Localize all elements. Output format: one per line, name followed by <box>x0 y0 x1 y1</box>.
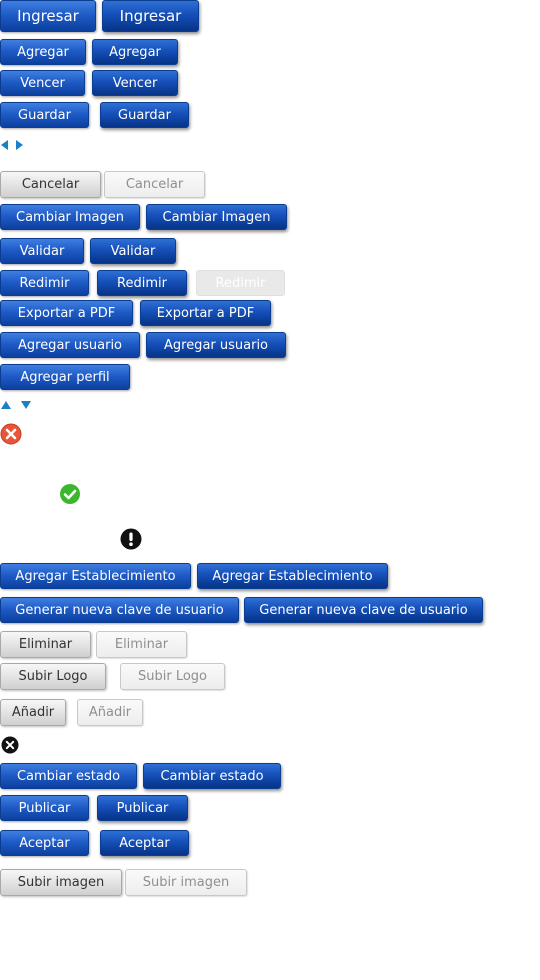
anadir-button-disabled[interactable]: Añadir <box>77 699 143 726</box>
anadir-button[interactable]: Añadir <box>0 699 66 726</box>
generar-clave-button-hover[interactable]: Generar nueva clave de usuario <box>244 597 483 623</box>
aceptar-button[interactable]: Aceptar <box>0 830 89 856</box>
arrow-left-icon[interactable] <box>0 139 10 151</box>
ingresar-button-hover[interactable]: Ingresar <box>102 0 199 32</box>
vencer-button-hover[interactable]: Vencer <box>92 70 178 96</box>
eliminar-button-disabled[interactable]: Eliminar <box>96 631 187 658</box>
ingresar-button[interactable]: Ingresar <box>0 0 96 32</box>
subir-imagen-button-disabled[interactable]: Subir imagen <box>125 869 247 896</box>
exportar-pdf-button-hover[interactable]: Exportar a PDF <box>140 300 271 326</box>
vencer-button[interactable]: Vencer <box>0 70 85 96</box>
agregar-usuario-button[interactable]: Agregar usuario <box>0 332 140 358</box>
redimir-button[interactable]: Redimir <box>0 270 89 296</box>
publicar-button[interactable]: Publicar <box>0 795 89 821</box>
guardar-button[interactable]: Guardar <box>0 102 89 128</box>
close-circle-icon[interactable] <box>1 736 19 754</box>
agregar-perfil-button[interactable]: Agregar perfil <box>0 364 130 390</box>
agregar-establecimiento-button-hover[interactable]: Agregar Establecimiento <box>197 563 388 589</box>
exportar-pdf-button[interactable]: Exportar a PDF <box>0 300 133 326</box>
publicar-button-hover[interactable]: Publicar <box>97 795 188 821</box>
generar-clave-button[interactable]: Generar nueva clave de usuario <box>0 597 239 623</box>
agregar-establecimiento-button[interactable]: Agregar Establecimiento <box>0 563 191 589</box>
subir-logo-button-disabled[interactable]: Subir Logo <box>120 663 225 690</box>
subir-imagen-button[interactable]: Subir imagen <box>0 869 122 896</box>
arrow-up-icon[interactable] <box>0 400 12 410</box>
redimir-button-hover[interactable]: Redimir <box>97 270 187 296</box>
arrow-right-icon[interactable] <box>14 139 24 151</box>
subir-logo-button[interactable]: Subir Logo <box>0 663 106 690</box>
cambiar-estado-button-hover[interactable]: Cambiar estado <box>143 763 281 789</box>
exclamation-circle-icon <box>120 528 142 550</box>
error-circle-icon <box>0 423 22 445</box>
cancelar-button[interactable]: Cancelar <box>0 171 101 198</box>
cambiar-estado-button[interactable]: Cambiar estado <box>0 763 137 789</box>
arrow-down-icon[interactable] <box>20 400 32 410</box>
cambiar-imagen-button-hover[interactable]: Cambiar Imagen <box>146 204 287 230</box>
cancelar-button-disabled[interactable]: Cancelar <box>104 171 205 198</box>
aceptar-button-hover[interactable]: Aceptar <box>100 830 189 856</box>
guardar-button-hover[interactable]: Guardar <box>100 102 189 128</box>
agregar-button[interactable]: Agregar <box>0 39 86 65</box>
agregar-usuario-button-hover[interactable]: Agregar usuario <box>146 332 286 358</box>
redimir-button-disabled[interactable]: Redimir <box>196 270 285 296</box>
eliminar-button[interactable]: Eliminar <box>0 631 91 658</box>
cambiar-imagen-button[interactable]: Cambiar Imagen <box>0 204 140 230</box>
validar-button[interactable]: Validar <box>0 238 84 264</box>
agregar-button-hover[interactable]: Agregar <box>92 39 178 65</box>
validar-button-hover[interactable]: Validar <box>90 238 176 264</box>
check-circle-icon <box>60 484 80 504</box>
